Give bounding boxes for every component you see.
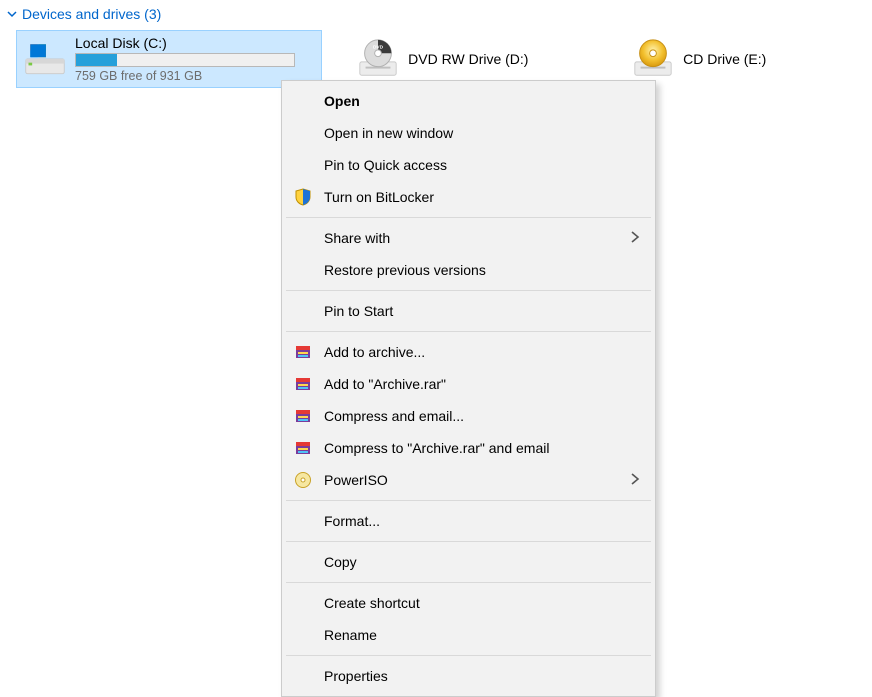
ctx-poweriso[interactable]: PowerISO	[284, 464, 653, 496]
section-title: Devices and drives (3)	[22, 6, 161, 22]
ctx-restore-versions[interactable]: Restore previous versions	[284, 254, 653, 286]
menu-label: PowerISO	[324, 472, 388, 488]
context-menu: Open Open in new window Pin to Quick acc…	[281, 80, 656, 697]
menu-label: Rename	[324, 627, 377, 643]
winrar-icon	[292, 373, 314, 395]
drive-info: Local Disk (C:) 759 GB free of 931 GB	[75, 35, 295, 83]
menu-separator	[286, 290, 651, 291]
menu-label: Compress and email...	[324, 408, 464, 424]
menu-label: Pin to Start	[324, 303, 393, 319]
ctx-open[interactable]: Open	[284, 85, 653, 117]
menu-label: Share with	[324, 230, 390, 246]
winrar-icon	[292, 437, 314, 459]
section-header-devices[interactable]: Devices and drives (3)	[0, 0, 872, 30]
ctx-add-archive[interactable]: Add to archive...	[284, 336, 653, 368]
drive-name: CD Drive (E:)	[683, 51, 766, 67]
menu-separator	[286, 655, 651, 656]
ctx-rename[interactable]: Rename	[284, 619, 653, 651]
menu-label: Compress to "Archive.rar" and email	[324, 440, 549, 456]
ctx-create-shortcut[interactable]: Create shortcut	[284, 587, 653, 619]
menu-label: Turn on BitLocker	[324, 189, 434, 205]
winrar-icon	[292, 341, 314, 363]
ctx-add-rar[interactable]: Add to "Archive.rar"	[284, 368, 653, 400]
svg-text:DVD: DVD	[373, 44, 384, 50]
chevron-down-icon	[6, 8, 18, 20]
cd-drive-icon	[631, 37, 675, 81]
menu-label: Add to archive...	[324, 344, 425, 360]
ctx-open-new-window[interactable]: Open in new window	[284, 117, 653, 149]
menu-label: Create shortcut	[324, 595, 420, 611]
ctx-compress-rar-email[interactable]: Compress to "Archive.rar" and email	[284, 432, 653, 464]
menu-separator	[286, 582, 651, 583]
ctx-properties[interactable]: Properties	[284, 660, 653, 692]
ctx-pin-start[interactable]: Pin to Start	[284, 295, 653, 327]
usage-bar	[75, 53, 295, 67]
ctx-bitlocker[interactable]: Turn on BitLocker	[284, 181, 653, 213]
menu-label: Add to "Archive.rar"	[324, 376, 446, 392]
menu-label: Pin to Quick access	[324, 157, 447, 173]
menu-label: Copy	[324, 554, 357, 570]
chevron-right-icon	[629, 472, 643, 486]
ctx-format[interactable]: Format...	[284, 505, 653, 537]
menu-separator	[286, 500, 651, 501]
drive-tile-local-c[interactable]: Local Disk (C:) 759 GB free of 931 GB	[16, 30, 322, 88]
ctx-pin-quick-access[interactable]: Pin to Quick access	[284, 149, 653, 181]
hard-disk-icon	[23, 37, 67, 81]
menu-label: Format...	[324, 513, 380, 529]
winrar-icon	[292, 405, 314, 427]
ctx-share-with[interactable]: Share with	[284, 222, 653, 254]
shield-icon	[292, 186, 314, 208]
drive-tile-cd[interactable]: CD Drive (E:)	[625, 30, 872, 88]
menu-separator	[286, 217, 651, 218]
drive-name: Local Disk (C:)	[75, 35, 295, 51]
drive-name: DVD RW Drive (D:)	[408, 51, 528, 67]
dvd-drive-icon: DVD	[356, 37, 400, 81]
ctx-copy[interactable]: Copy	[284, 546, 653, 578]
drive-info: CD Drive (E:)	[683, 51, 766, 67]
menu-label: Restore previous versions	[324, 262, 486, 278]
ctx-compress-email[interactable]: Compress and email...	[284, 400, 653, 432]
drive-free-label: 759 GB free of 931 GB	[75, 69, 295, 83]
drive-info: DVD RW Drive (D:)	[408, 51, 528, 67]
chevron-right-icon	[629, 230, 643, 244]
menu-label: Open in new window	[324, 125, 453, 141]
menu-separator	[286, 541, 651, 542]
menu-separator	[286, 331, 651, 332]
poweriso-icon	[292, 469, 314, 491]
menu-label: Open	[324, 93, 360, 109]
menu-label: Properties	[324, 668, 388, 684]
